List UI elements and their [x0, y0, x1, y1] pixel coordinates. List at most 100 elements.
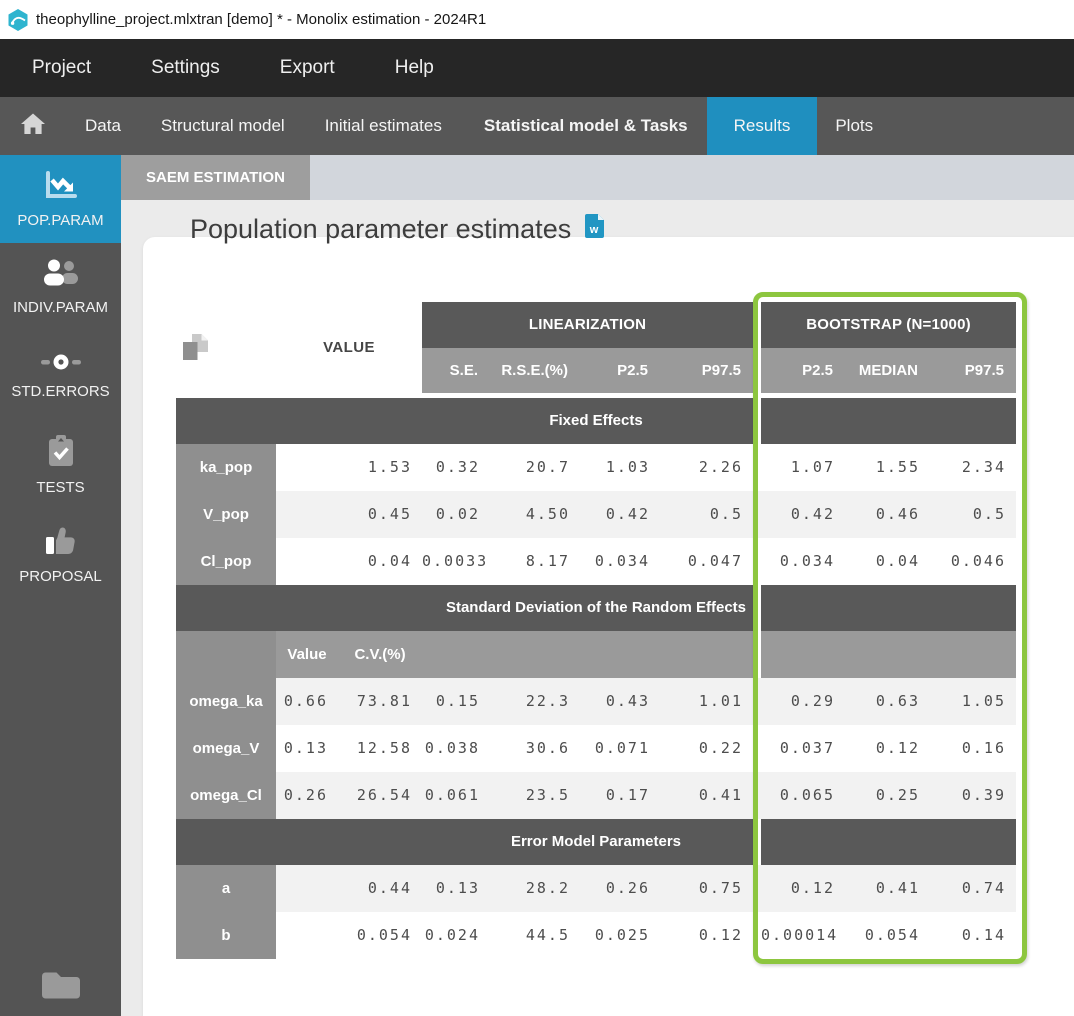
p2-5-cell: 1.03: [580, 444, 660, 491]
header-boot-p97-5: P97.5: [930, 348, 1016, 393]
param-label: Cl_pop: [176, 538, 276, 585]
subtab-label: SAEM ESTIMATION: [146, 169, 285, 186]
p97-5-cell: 1.01: [660, 678, 753, 725]
rse-cell: 28.2: [490, 865, 580, 912]
tab-label: Statistical model & Tasks: [484, 116, 688, 136]
menu-bar: Project Settings Export Help: [0, 39, 1074, 97]
table-row-a: a0.440.1328.20.260.750.120.410.74: [176, 865, 1016, 912]
word-export-icon[interactable]: w: [585, 214, 604, 245]
menu-help[interactable]: Help: [395, 57, 434, 79]
tab-bar: Data Structural model Initial estimates …: [0, 97, 1074, 155]
boot-p2-5-cell: 0.12: [761, 865, 845, 912]
p2-5-cell: 0.42: [580, 491, 660, 538]
sidebar-item-tests[interactable]: TESTS: [0, 421, 121, 510]
boot-p97-5-cell: 0.5: [930, 491, 1016, 538]
copy-table-icon[interactable]: [182, 333, 209, 366]
se-cell: 0.061: [422, 772, 490, 819]
subheader-gap: [753, 631, 761, 678]
sidebar-item-label: POP.PARAM: [17, 212, 103, 229]
subtab-strip: SAEM ESTIMATION: [121, 155, 1074, 200]
error-node-icon: [40, 353, 82, 376]
header-rse: R.S.E.(%): [490, 348, 580, 393]
sidebar-item-proposal[interactable]: PROPOSAL: [0, 510, 121, 599]
boot-median-cell: 0.04: [845, 538, 930, 585]
tab-initial-estimates[interactable]: Initial estimates: [325, 97, 442, 155]
value-cell: 1.53: [276, 444, 422, 491]
sidebar-item-label: STD.ERRORS: [11, 383, 109, 400]
window-title: theophylline_project.mlxtran [demo] * - …: [36, 11, 486, 28]
param-label: ka_pop: [176, 444, 276, 491]
row-gap: [753, 725, 761, 772]
boot-p97-5-cell: 0.16: [930, 725, 1016, 772]
boot-p2-5-cell: 1.07: [761, 444, 845, 491]
value-cell: 0.054: [276, 912, 422, 959]
boot-median-cell: 0.41: [845, 865, 930, 912]
boot-median-cell: 1.55: [845, 444, 930, 491]
tab-label: Data: [85, 116, 121, 136]
param-label: a: [176, 865, 276, 912]
boot-p2-5-cell: 0.034: [761, 538, 845, 585]
header-se: S.E.: [422, 348, 490, 393]
rse-cell: 44.5: [490, 912, 580, 959]
home-icon: [20, 112, 46, 141]
boot-median-cell: 0.054: [845, 912, 930, 959]
p97-5-cell: 2.26: [660, 444, 753, 491]
boot-p97-5-cell: 0.74: [930, 865, 1016, 912]
p2-5-cell: 0.17: [580, 772, 660, 819]
se-cell: 0.32: [422, 444, 490, 491]
tab-structural-model[interactable]: Structural model: [161, 97, 285, 155]
tab-saem-estimation[interactable]: SAEM ESTIMATION: [121, 155, 310, 200]
menu-settings[interactable]: Settings: [151, 57, 220, 79]
se-cell: 0.02: [422, 491, 490, 538]
subheader-spacer: [176, 631, 276, 678]
param-label: omega_Cl: [176, 772, 276, 819]
boot-median-cell: 0.25: [845, 772, 930, 819]
sidebar-item-pop-param[interactable]: POP.PARAM: [0, 155, 121, 243]
header-bootstrap: BOOTSTRAP (N=1000): [761, 302, 1016, 348]
row-gap: [753, 865, 761, 912]
subheader-value: Value: [276, 631, 338, 678]
main-content: Population parameter estimates w LINEARI…: [121, 200, 1074, 1016]
cv-cell: 73.81: [338, 678, 422, 725]
section-title: Fixed Effects: [176, 398, 1016, 444]
value-cell: 0.04: [276, 538, 422, 585]
section-header-row: Error Model Parameters: [176, 819, 1016, 865]
cv-cell: 12.58: [338, 725, 422, 772]
tab-data[interactable]: Data: [85, 97, 121, 155]
menu-export[interactable]: Export: [280, 57, 335, 79]
tab-plots[interactable]: Plots: [835, 97, 873, 155]
boot-p2-5-cell: 0.29: [761, 678, 845, 725]
subheader-band: [761, 631, 1016, 678]
p2-5-cell: 0.43: [580, 678, 660, 725]
p2-5-cell: 0.26: [580, 865, 660, 912]
p2-5-cell: 0.071: [580, 725, 660, 772]
subheader-row: ValueC.V.(%): [176, 631, 1016, 678]
param-label: V_pop: [176, 491, 276, 538]
clipboard-check-icon: [47, 435, 75, 472]
param-label: omega_V: [176, 725, 276, 772]
tab-label: Plots: [835, 116, 873, 136]
value-cell: 0.13: [276, 725, 338, 772]
table-row-b: b0.0540.02444.50.0250.120.000140.0540.14: [176, 912, 1016, 959]
rse-cell: 22.3: [490, 678, 580, 725]
table-row-omega_V: omega_V0.1312.580.03830.60.0710.220.0370…: [176, 725, 1016, 772]
sidebar-item-label: INDIV.PARAM: [13, 299, 108, 316]
menu-project[interactable]: Project: [32, 57, 91, 79]
sidebar-item-indiv-param[interactable]: INDIV.PARAM: [0, 243, 121, 332]
page-title: Population parameter estimates: [190, 214, 571, 245]
page-title-row: Population parameter estimates w: [190, 214, 604, 245]
boot-p2-5-cell: 0.00014: [761, 912, 845, 959]
home-button[interactable]: [20, 97, 46, 155]
boot-p97-5-cell: 0.046: [930, 538, 1016, 585]
thumbs-up-icon: [44, 525, 78, 561]
p97-5-cell: 0.41: [660, 772, 753, 819]
monolix-app-icon: [6, 8, 30, 32]
tab-statistical-model-tasks[interactable]: Statistical model & Tasks: [484, 97, 688, 155]
tab-results[interactable]: Results: [707, 97, 818, 155]
project-folder-button[interactable]: [0, 967, 121, 1008]
header-p97-5: P97.5: [660, 348, 753, 393]
boot-p2-5-cell: 0.037: [761, 725, 845, 772]
sidebar-item-std-errors[interactable]: STD.ERRORS: [0, 332, 121, 421]
cv-cell: 26.54: [338, 772, 422, 819]
row-gap: [753, 678, 761, 725]
